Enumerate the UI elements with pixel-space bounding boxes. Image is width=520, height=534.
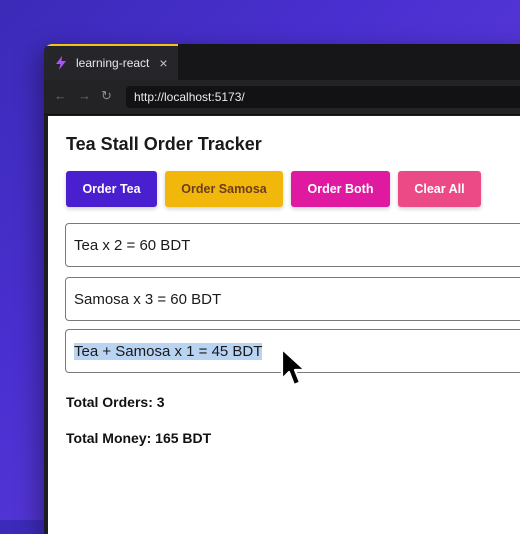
vite-logo-icon — [56, 56, 66, 70]
order-item-text: Tea x 2 = 60 BDT — [74, 236, 191, 254]
url-input[interactable]: http://localhost:5173/ — [126, 86, 520, 108]
back-icon[interactable]: ← — [54, 89, 67, 102]
total-orders: Total Orders: 3 — [66, 394, 165, 410]
forward-icon[interactable]: → — [78, 89, 91, 102]
tab-bar: learning-react × — [44, 44, 520, 80]
order-item-text-selected: Tea + Samosa x 1 = 45 BDT — [74, 342, 263, 360]
order-both-button[interactable]: Order Both — [291, 171, 390, 207]
browser-window: learning-react × ← → ↻ http://localhost:… — [44, 44, 520, 534]
page-title: Tea Stall Order Tracker — [66, 134, 262, 154]
reload-icon[interactable]: ↻ — [101, 89, 112, 102]
order-samosa-button[interactable]: Order Samosa — [165, 171, 283, 207]
order-tea-button[interactable]: Order Tea — [66, 171, 157, 207]
tab-title: learning-react — [76, 56, 150, 70]
order-item: Samosa x 3 = 60 BDT — [65, 277, 520, 321]
clear-all-button[interactable]: Clear All — [398, 171, 481, 207]
total-money: Total Money: 165 BDT — [66, 430, 212, 446]
page-content: Tea Stall Order Tracker Order Tea Order … — [48, 116, 520, 534]
address-bar-area: ← → ↻ http://localhost:5173/ — [44, 80, 520, 115]
order-item: Tea x 2 = 60 BDT — [65, 223, 520, 267]
mouse-pointer-icon — [280, 347, 307, 387]
tab-close-icon[interactable]: × — [159, 56, 167, 70]
tab-learning-react[interactable]: learning-react × — [44, 44, 178, 80]
order-item-text: Samosa x 3 = 60 BDT — [74, 290, 222, 308]
